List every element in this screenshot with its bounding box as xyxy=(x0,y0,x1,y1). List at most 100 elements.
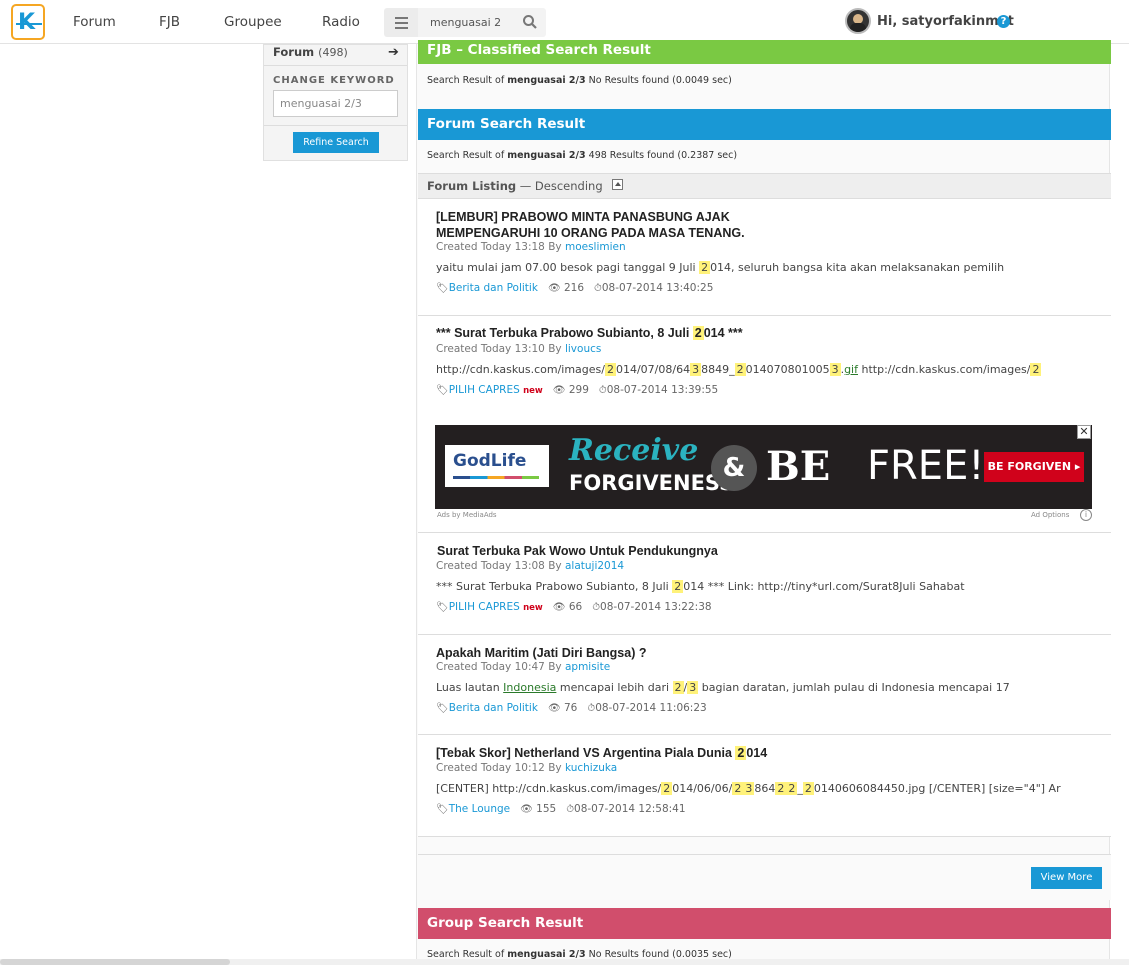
tag-icon: 🏷 xyxy=(436,804,449,815)
arrow-right-icon[interactable]: ➔ xyxy=(388,45,399,60)
list-item: *** Surat Terbuka Prabowo Subianto, 8 Ju… xyxy=(418,316,1111,419)
top-navbar: K Forum FJB Groupee Radio Hi, satyorfaki… xyxy=(0,0,1129,44)
tag-icon: 🏷 xyxy=(436,283,449,294)
refine-search-button[interactable]: Refine Search xyxy=(293,132,379,153)
thread-title[interactable]: [Tebak Skor] Netherland VS Argentina Pia… xyxy=(436,745,767,761)
ad-attribution[interactable]: Ads by MediaAds xyxy=(437,511,497,519)
tag-icon: 🏷 xyxy=(436,602,449,613)
clock-icon: ⏱ xyxy=(566,804,575,815)
tag-icon: 🏷 xyxy=(436,703,449,714)
clock-icon: ⏱ xyxy=(598,385,607,396)
new-badge: new xyxy=(523,603,543,613)
list-item: [Tebak Skor] Netherland VS Argentina Pia… xyxy=(418,735,1111,837)
eye-icon: 👁 xyxy=(552,602,566,613)
search-box xyxy=(418,8,546,37)
eye-icon: 👁 xyxy=(547,703,561,714)
user-greeting[interactable]: Hi, satyorfakinmot xyxy=(877,14,1014,29)
search-filter-sidebar: Forum (498) ➔ CHANGE KEYWORD Refine Sear… xyxy=(263,44,408,161)
info-icon[interactable]: i xyxy=(1080,509,1092,521)
forum-listing-bar: Forum Listing — Descending xyxy=(418,173,1111,199)
ad-amp: & xyxy=(711,445,757,491)
search-results-column: FJB – Classified Search Result Search Re… xyxy=(416,40,1111,965)
author-link[interactable]: kuchizuka xyxy=(565,762,617,774)
thread-meta: Created Today 13:18 By moeslimien xyxy=(436,241,626,253)
new-badge: new xyxy=(523,386,543,396)
clock-icon: ⏱ xyxy=(594,283,602,294)
author-link[interactable]: apmisite xyxy=(565,661,610,673)
eye-icon: 👁 xyxy=(547,283,561,294)
thread-footer: 🏷Berita dan Politik 👁 76 ⏱08-07-2014 11:… xyxy=(436,702,707,714)
thread-snippet: *** Surat Terbuka Prabowo Subianto, 8 Ju… xyxy=(436,580,965,593)
avatar[interactable] xyxy=(845,8,871,34)
thread-footer: 🏷PILIH CAPRES new 👁 299 ⏱08-07-2014 13:3… xyxy=(436,384,719,396)
ad-cta-button[interactable]: BE FORGIVEN ▸ xyxy=(984,452,1084,482)
view-more-area: View More xyxy=(418,854,1111,900)
thread-snippet: [CENTER] http://cdn.kaskus.com/images/2 0… xyxy=(436,782,1061,795)
gif-link[interactable]: gif xyxy=(844,363,858,376)
clock-icon: ⏱ xyxy=(592,602,601,613)
list-item: Surat Terbuka Pak Wowo Untuk Pendukungny… xyxy=(418,533,1111,635)
listing-order[interactable]: — Descending xyxy=(520,179,603,193)
thread-title[interactable]: Apakah Maritim (Jati Diri Bangsa) ? xyxy=(436,645,646,661)
thread-meta: Created Today 10:12 By kuchizuka xyxy=(436,762,618,774)
eye-icon: 👁 xyxy=(552,385,566,396)
ad-options-link[interactable]: Ad Options xyxy=(1031,511,1069,519)
keyword-input[interactable] xyxy=(273,90,398,117)
group-section-title: Group Search Result xyxy=(418,908,1111,939)
nav-groupee[interactable]: Groupee xyxy=(224,14,282,30)
tag-icon: 🏷 xyxy=(436,385,449,396)
divider xyxy=(264,125,407,126)
category-link[interactable]: PILIH CAPRES xyxy=(449,384,520,396)
forum-section-title: Forum Search Result xyxy=(418,109,1111,140)
thread-title[interactable]: Surat Terbuka Pak Wowo Untuk Pendukungny… xyxy=(437,543,718,559)
nav-radio[interactable]: Radio xyxy=(322,14,360,30)
ad-be-text: BE xyxy=(766,443,831,490)
thread-snippet: yaitu mulai jam 07.00 besok pagi tanggal… xyxy=(436,261,1005,274)
search-input[interactable] xyxy=(418,8,518,37)
nav-forum[interactable]: Forum xyxy=(73,14,116,30)
category-link[interactable]: Berita dan Politik xyxy=(449,282,538,294)
thread-snippet: Luas lautan Indonesia mencapai lebih dar… xyxy=(436,681,1010,694)
fjb-summary: Search Result of menguasai 2/3 No Result… xyxy=(427,75,732,86)
thread-title[interactable]: [LEMBUR] PRABOWO MINTA PANASBUNG AJAK ME… xyxy=(436,209,745,241)
nav-fjb[interactable]: FJB xyxy=(159,14,180,30)
godlife-logo: GodLife xyxy=(445,445,549,487)
list-item: [LEMBUR] PRABOWO MINTA PANASBUNG AJAK ME… xyxy=(418,199,1111,316)
horizontal-scrollbar-thumb[interactable] xyxy=(0,959,230,965)
thread-footer: 🏷PILIH CAPRES new 👁 66 ⏱08-07-2014 13:22… xyxy=(436,601,712,613)
thread-footer: 🏷Berita dan Politik 👁 216 ⏱08-07-2014 13… xyxy=(436,282,714,294)
search-icon[interactable] xyxy=(522,14,538,30)
author-link[interactable]: alatuji2014 xyxy=(565,560,624,572)
view-more-button[interactable]: View More xyxy=(1031,867,1102,889)
thread-meta: Created Today 13:08 By alatuji2014 xyxy=(436,560,625,572)
hamburger-menu-icon[interactable] xyxy=(384,8,418,37)
collapse-icon[interactable] xyxy=(612,179,624,190)
thread-meta: Created Today 13:10 By livoucs xyxy=(436,343,602,355)
category-link[interactable]: The Lounge xyxy=(449,803,510,815)
category-link[interactable]: PILIH CAPRES xyxy=(449,601,520,613)
thread-meta: Created Today 10:47 By apmisite xyxy=(436,661,611,673)
kaskus-logo-icon[interactable]: K xyxy=(11,4,45,40)
ad-free-text: FREE! xyxy=(867,443,985,489)
help-icon[interactable]: ? xyxy=(997,15,1010,28)
ad-banner: GodLife Receive FORGIVENESS & BE FREE! B… xyxy=(418,419,1111,533)
divider xyxy=(264,65,407,66)
close-icon[interactable]: ✕ xyxy=(1077,425,1091,439)
fjb-section-title: FJB – Classified Search Result xyxy=(418,40,1111,64)
change-keyword-label: CHANGE KEYWORD xyxy=(273,75,395,86)
thread-title[interactable]: *** Surat Terbuka Prabowo Subianto, 8 Ju… xyxy=(436,325,743,341)
indonesia-link[interactable]: Indonesia xyxy=(503,681,556,694)
forum-summary: Search Result of menguasai 2/3 498 Resul… xyxy=(427,150,738,161)
listing-label: Forum Listing xyxy=(427,179,517,193)
ad-forgiveness-text: FORGIVENESS xyxy=(569,471,735,495)
thread-snippet: http://cdn.kaskus.com/images/2 014/07/08/… xyxy=(436,363,1042,376)
ad-receive-text: Receive xyxy=(569,433,699,468)
eye-icon: 👁 xyxy=(520,804,533,815)
category-link[interactable]: Berita dan Politik xyxy=(449,702,538,714)
author-link[interactable]: livoucs xyxy=(565,343,601,355)
list-item: Apakah Maritim (Jati Diri Bangsa) ? Crea… xyxy=(418,635,1111,735)
sidebar-forum-filter[interactable]: Forum (498) xyxy=(273,45,348,59)
author-link[interactable]: moeslimien xyxy=(565,241,626,253)
ad-image[interactable]: GodLife Receive FORGIVENESS & BE FREE! B… xyxy=(435,425,1092,509)
thread-footer: 🏷The Lounge 👁 155 ⏱08-07-2014 12:58:41 xyxy=(436,803,686,815)
